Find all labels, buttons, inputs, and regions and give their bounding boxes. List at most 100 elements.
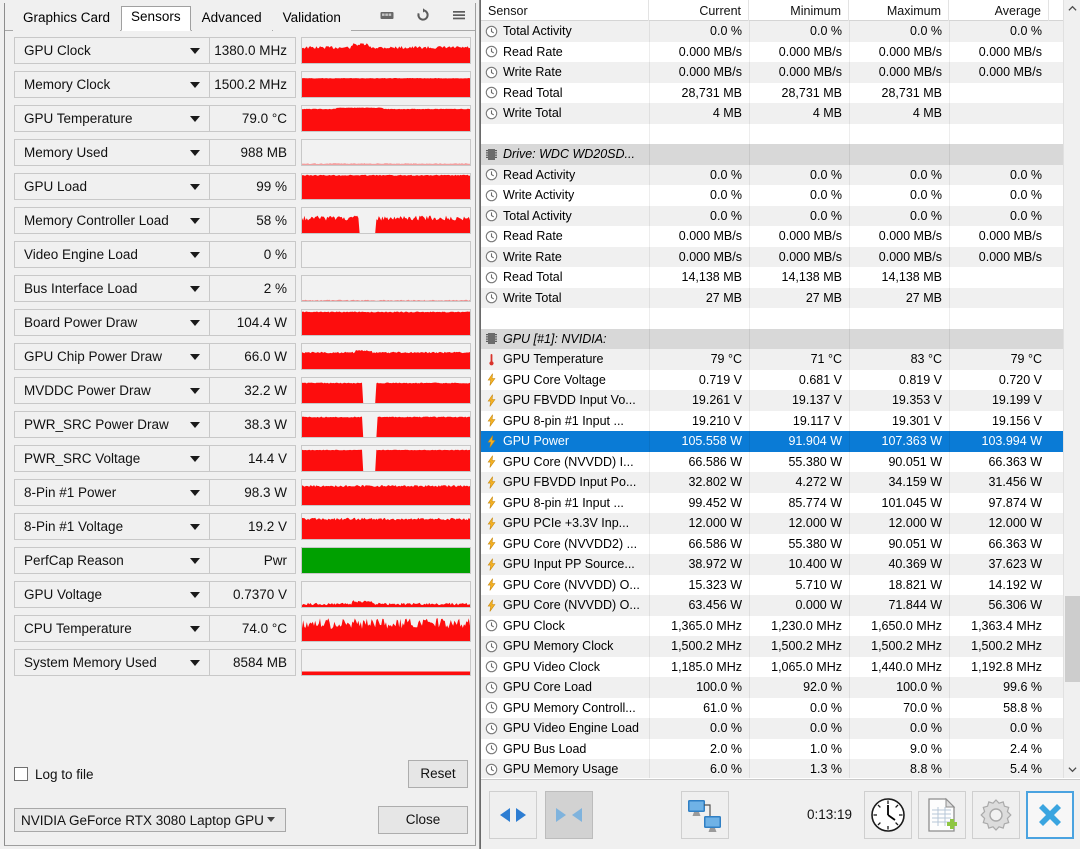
gpuz-sensor-sparkline <box>301 512 471 540</box>
sensor-table-row[interactable]: Read Rate 0.000 MB/s 0.000 MB/s 0.000 MB/s 0… <box>481 42 1080 63</box>
gpuz-sensor-name-select[interactable]: System Memory Used <box>14 648 210 676</box>
sensor-group-header[interactable]: Drive: WDC WD20SD... <box>481 144 1080 165</box>
sensor-table-row[interactable]: GPU Core (NVVDD) O... 15.323 W 5.710 W 18.8… <box>481 575 1080 596</box>
sensor-table-row[interactable]: Write Activity 0.0 % 0.0 % 0.0 % 0.0 % <box>481 185 1080 206</box>
sensor-table-row[interactable]: GPU Clock 1,365.0 MHz 1,230.0 MHz 1,650.0 M… <box>481 616 1080 637</box>
scroll-down-icon[interactable] <box>1064 761 1080 778</box>
gpuz-sensor-name-select[interactable]: PWR_SRC Voltage <box>14 444 210 472</box>
sensor-table-row[interactable]: GPU Memory Controll... 61.0 % 0.0 % 70.0 % 5… <box>481 698 1080 719</box>
gpuz-sensor-name-select[interactable]: PerfCap Reason <box>14 546 210 574</box>
sensor-table-row[interactable]: Read Total 14,138 MB 14,138 MB 14,138 MB <box>481 267 1080 288</box>
expand-all-button[interactable] <box>489 790 537 839</box>
sensor-table-row[interactable]: Total Activity 0.0 % 0.0 % 0.0 % 0.0 % <box>481 21 1080 42</box>
chevron-down-icon <box>190 82 200 88</box>
settings-button[interactable] <box>972 790 1020 839</box>
remote-monitor-button[interactable] <box>681 790 729 839</box>
tab-validation[interactable]: Validation <box>272 6 351 31</box>
timer-button[interactable] <box>864 790 912 839</box>
gpuz-sensor-name-select[interactable]: 8-Pin #1 Power <box>14 478 210 506</box>
sensor-table-row[interactable]: GPU Core (NVVDD) O... 63.456 W 0.000 W 71.8… <box>481 595 1080 616</box>
gpuz-sensor-name-select[interactable]: GPU Load <box>14 172 210 200</box>
gpuz-sensor-sparkline <box>301 478 471 506</box>
sensor-table-row[interactable]: Write Rate 0.000 MB/s 0.000 MB/s 0.000 MB/s… <box>481 246 1080 267</box>
sensor-table-row[interactable]: GPU Temperature 79 °C 71 °C 83 °C 79 °C <box>481 349 1080 370</box>
camera-icon[interactable] <box>379 7 395 23</box>
close-button[interactable] <box>1026 790 1074 839</box>
sensor-group-header[interactable]: GPU [#1]: NVIDIA: <box>481 328 1080 349</box>
sensor-name-cell: GPU PCIe +3.3V Inp... <box>481 513 649 534</box>
sensor-average-cell: 0.0 % <box>1010 24 1042 39</box>
gpuz-sensor-name-select[interactable]: CPU Temperature <box>14 614 210 642</box>
gpu-device-select[interactable]: NVIDIA GeForce RTX 3080 Laptop GPU <box>14 808 286 832</box>
sensor-table-row[interactable]: GPU Memory Usage 6.0 % 1.3 % 8.8 % 5.4 % <box>481 759 1080 778</box>
column-header-sensor[interactable]: Sensor <box>481 0 649 21</box>
sensor-table-row[interactable]: Write Total 4 MB 4 MB 4 MB <box>481 103 1080 124</box>
column-header-average[interactable]: Average <box>949 0 1049 21</box>
log-to-file-row[interactable]: Log to file <box>14 767 94 782</box>
sensor-table-row[interactable]: GPU Input PP Source... 38.972 W 10.400 W 40… <box>481 554 1080 575</box>
tab-graphics-card[interactable]: Graphics Card <box>13 6 121 31</box>
gpuz-sensor-name-select[interactable]: GPU Chip Power Draw <box>14 342 210 370</box>
gpuz-sensor-name-select[interactable]: GPU Clock <box>14 36 210 64</box>
gpuz-sensor-name-select[interactable]: MVDDC Power Draw <box>14 376 210 404</box>
gpuz-sensor-name-select[interactable]: Board Power Draw <box>14 308 210 336</box>
reset-button[interactable]: Reset <box>408 760 468 788</box>
sensor-table-scrollbar[interactable] <box>1063 0 1080 778</box>
sensor-table-row[interactable]: GPU FBVDD Input Vo... 19.261 V 19.137 V 19.… <box>481 390 1080 411</box>
log-to-file-checkbox[interactable] <box>14 767 28 781</box>
close-button[interactable]: Close <box>378 806 468 834</box>
column-header-maximum[interactable]: Maximum <box>849 0 949 21</box>
gpuz-sensor-name-select[interactable]: Memory Controller Load <box>14 206 210 234</box>
gpuz-sensor-row: CPU Temperature 74.0 °C <box>14 611 471 645</box>
gpuz-sensor-name-select[interactable]: 8-Pin #1 Voltage <box>14 512 210 540</box>
sensor-table-row[interactable]: Read Rate 0.000 MB/s 0.000 MB/s 0.000 MB/s 0… <box>481 226 1080 247</box>
sensor-maximum-cell: 0.0 % <box>910 721 942 736</box>
gpuz-sensor-name-select[interactable]: Bus Interface Load <box>14 274 210 302</box>
scroll-up-icon[interactable] <box>1064 0 1080 17</box>
sensor-table-row[interactable]: GPU Core (NVVDD) I... 66.586 W 55.380 W 90.… <box>481 452 1080 473</box>
menu-icon[interactable] <box>451 7 467 23</box>
sensor-table-row[interactable]: GPU PCIe +3.3V Inp... 12.000 W 12.000 W 12.… <box>481 513 1080 534</box>
clock-icon <box>485 189 498 202</box>
scrollbar-thumb[interactable] <box>1065 596 1080 682</box>
sensor-table-row[interactable]: GPU Video Clock 1,185.0 MHz 1,065.0 MHz 1,4… <box>481 657 1080 678</box>
collapse-all-button[interactable] <box>545 790 593 839</box>
gpuz-sensor-name-select[interactable]: GPU Temperature <box>14 104 210 132</box>
clock-icon <box>485 619 498 632</box>
sensor-table-row[interactable]: GPU 8-pin #1 Input ... 99.452 W 85.774 W 10… <box>481 493 1080 514</box>
sensor-table-row[interactable]: GPU 8-pin #1 Input ... 19.210 V 19.117 V 19… <box>481 411 1080 432</box>
gpuz-sensor-name-select[interactable]: Memory Used <box>14 138 210 166</box>
column-header-current[interactable]: Current <box>649 0 749 21</box>
gpuz-sensor-name-select[interactable]: PWR_SRC Power Draw <box>14 410 210 438</box>
refresh-icon[interactable] <box>415 7 431 23</box>
chevron-down-icon <box>190 48 200 54</box>
gpuz-sensor-name-select[interactable]: GPU Voltage <box>14 580 210 608</box>
sensor-table-row[interactable]: GPU Power 105.558 W 91.904 W 107.363 W 103.9… <box>481 431 1080 452</box>
sensor-table-row[interactable]: Read Activity 0.0 % 0.0 % 0.0 % 0.0 % <box>481 164 1080 185</box>
sensor-table-row[interactable]: GPU Video Engine Load 0.0 % 0.0 % 0.0 % 0.0 … <box>481 718 1080 739</box>
gpuz-sensor-name-select[interactable]: Memory Clock <box>14 70 210 98</box>
clock-icon <box>485 25 498 38</box>
sensor-table-row[interactable]: Write Total 27 MB 27 MB 27 MB <box>481 287 1080 308</box>
sensor-table-row[interactable]: Total Activity 0.0 % 0.0 % 0.0 % 0.0 % <box>481 205 1080 226</box>
gpuz-sensor-label: Memory Used <box>24 144 109 160</box>
column-header-minimum[interactable]: Minimum <box>749 0 849 21</box>
gpuz-sensor-name-select[interactable]: Video Engine Load <box>14 240 210 268</box>
tab-sensors[interactable]: Sensors <box>121 6 191 31</box>
sensor-average-cell: 56.306 W <box>988 598 1042 613</box>
sensor-table-row[interactable]: GPU Core Voltage 0.719 V 0.681 V 0.819 V 0.7… <box>481 370 1080 391</box>
sensor-table-row[interactable]: GPU Bus Load 2.0 % 1.0 % 9.0 % 2.4 % <box>481 739 1080 760</box>
tab-advanced[interactable]: Advanced <box>191 6 272 31</box>
sensor-table-row[interactable]: GPU FBVDD Input Po... 32.802 W 4.272 W 34.1… <box>481 472 1080 493</box>
sensor-table-row[interactable]: GPU Memory Clock 1,500.2 MHz 1,500.2 MHz 1,… <box>481 636 1080 657</box>
logging-button[interactable] <box>918 790 966 839</box>
chevron-down-icon <box>190 320 200 326</box>
sensor-table-row[interactable]: Write Rate 0.000 MB/s 0.000 MB/s 0.000 MB/s… <box>481 62 1080 83</box>
sensor-table-row[interactable]: Read Total 28,731 MB 28,731 MB 28,731 MB <box>481 83 1080 104</box>
sensor-minimum-cell: 1,065.0 MHz <box>771 659 842 674</box>
sensor-maximum-cell: 0.819 V <box>898 372 942 387</box>
sensor-minimum-cell: 0.000 W <box>795 598 842 613</box>
sensor-table-row[interactable]: GPU Core Load 100.0 % 92.0 % 100.0 % 99.6 % <box>481 677 1080 698</box>
sensor-average-cell: 0.000 MB/s <box>978 229 1042 244</box>
sensor-table-row[interactable]: GPU Core (NVVDD2) ... 66.586 W 55.380 W 90.… <box>481 534 1080 555</box>
